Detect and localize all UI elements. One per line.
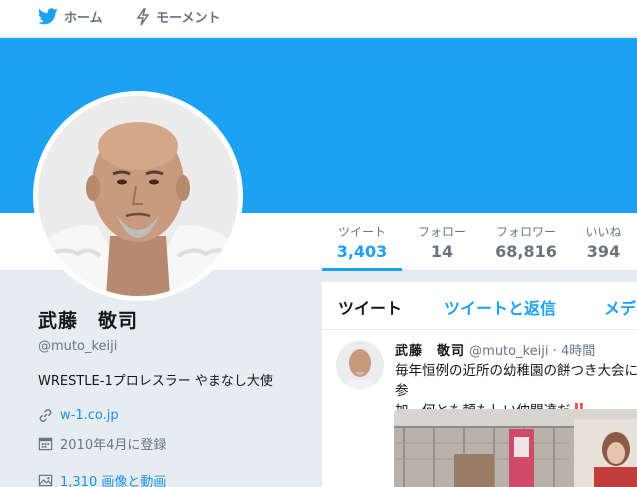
- nav-moments[interactable]: モーメント: [136, 0, 220, 33]
- profile-website[interactable]: w-1.co.jp: [38, 406, 318, 424]
- stat-likes-label: いいね: [585, 225, 622, 239]
- tab-tweets-and-replies[interactable]: ツイートと返信: [444, 295, 556, 319]
- profile-joined-text: 2010年4月に登録: [60, 437, 167, 453]
- tweet-timestamp[interactable]: 4時間: [561, 344, 595, 359]
- nav-home-label: ホーム: [64, 11, 103, 26]
- tweet-author-handle[interactable]: @muto_keiji: [469, 344, 548, 359]
- tweet[interactable]: 武藤 敬司 @muto_keiji · 4時間 毎年恒例の近所の幼稚園の餅つき大…: [322, 330, 637, 487]
- stat-following-value: 14: [430, 242, 454, 261]
- tab-media[interactable]: メディア: [604, 295, 637, 319]
- profile-website-link[interactable]: w-1.co.jp: [60, 408, 119, 423]
- lightning-icon: [136, 7, 150, 25]
- profile-avatar[interactable]: [33, 91, 243, 301]
- tweet-separator: ·: [552, 344, 557, 359]
- profile-sidebar: 武藤 敬司 @muto_keiji WRESTLE-1プロレスラー やまなし大使…: [38, 306, 318, 487]
- tweet-text-line1: 毎年恒例の近所の幼稚園の餅つき大会に参: [395, 363, 637, 399]
- stat-tweets-value: 3,403: [336, 242, 388, 261]
- tweet-header: 武藤 敬司 @muto_keiji · 4時間: [395, 340, 595, 359]
- stat-followers-label: フォロワー: [495, 225, 556, 239]
- top-navigation: ホーム モーメント: [0, 0, 637, 37]
- profile-media-link[interactable]: 1,310 画像と動画: [60, 471, 166, 487]
- stat-likes[interactable]: いいね 394: [570, 213, 637, 271]
- profile-name[interactable]: 武藤 敬司: [38, 306, 318, 333]
- profile-bio: WRESTLE-1プロレスラー やまなし大使: [38, 374, 273, 389]
- stat-tweets-label: ツイート: [337, 225, 386, 239]
- timeline-tabs: ツイート ツイートと返信 メディア: [322, 282, 637, 330]
- stat-following[interactable]: フォロー 14: [402, 213, 482, 271]
- nav-home[interactable]: ホーム: [38, 0, 103, 33]
- tweet-author-name[interactable]: 武藤 敬司: [395, 344, 465, 359]
- profile-media[interactable]: 1,310 画像と動画: [38, 471, 318, 487]
- image-icon: [38, 474, 53, 486]
- nav-moments-label: モーメント: [156, 11, 221, 26]
- profile-joined: 2010年4月に登録: [38, 434, 318, 453]
- calendar-icon: [38, 437, 53, 450]
- stat-likes-value: 394: [586, 242, 621, 261]
- timeline: ツイート ツイートと返信 メディア 武藤 敬司 @muto_keiji · 4時…: [322, 282, 637, 487]
- link-icon: [39, 408, 52, 422]
- tweet-image[interactable]: [394, 409, 637, 487]
- stat-followers-value: 68,816: [495, 242, 557, 261]
- tab-tweets[interactable]: ツイート: [338, 295, 402, 319]
- twitter-bird-icon: [38, 8, 58, 25]
- tweet-avatar[interactable]: [336, 341, 384, 389]
- profile-handle[interactable]: @muto_keiji: [38, 339, 318, 354]
- profile-photo: [38, 96, 238, 296]
- stat-followers[interactable]: フォロワー 68,816: [482, 213, 570, 271]
- stat-following-label: フォロー: [417, 225, 466, 239]
- stat-tweets[interactable]: ツイート 3,403: [322, 213, 402, 271]
